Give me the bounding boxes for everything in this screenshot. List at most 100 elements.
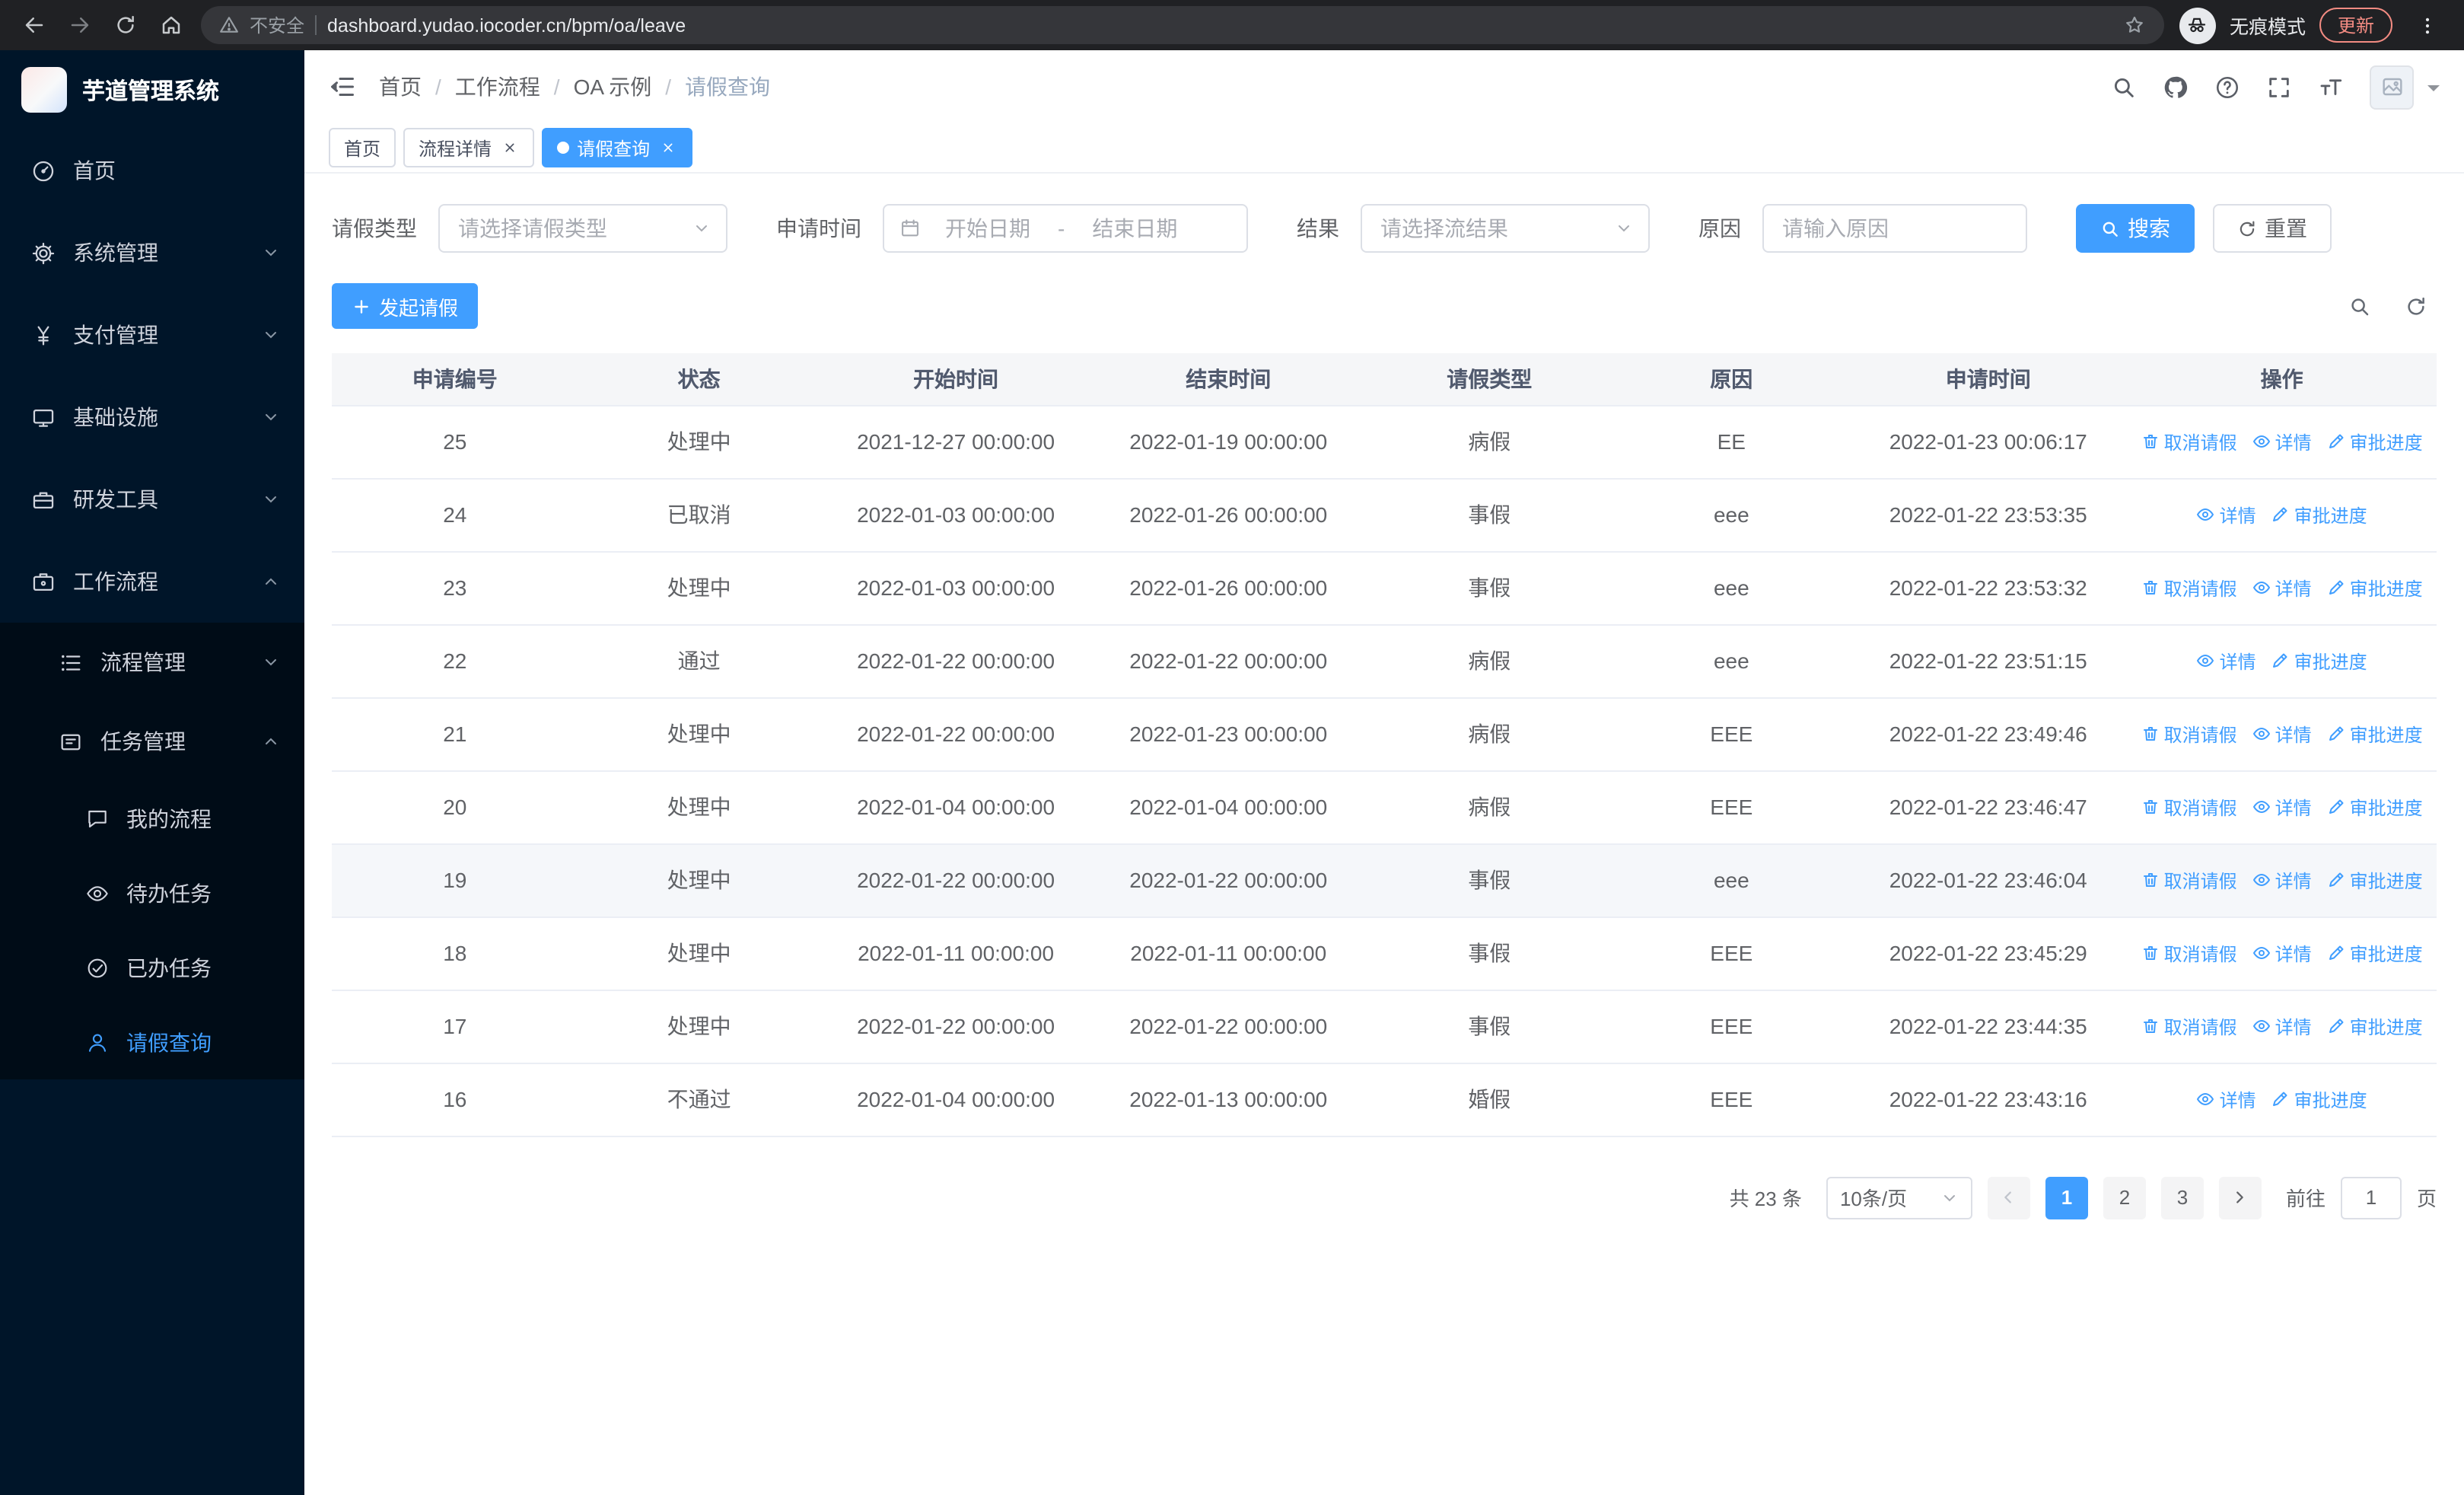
close-icon[interactable]: [657, 138, 677, 158]
search-button-label: 搜索: [2128, 216, 2170, 241]
cancel-leave-link[interactable]: 取消请假: [2141, 721, 2237, 747]
tab-process-detail[interactable]: 流程详情: [403, 128, 535, 167]
browser-menu-icon[interactable]: [2406, 4, 2449, 46]
sidebar-item-todo-tasks[interactable]: 待办任务: [0, 856, 304, 930]
detail-link[interactable]: 详情: [2252, 940, 2312, 966]
cell-status: 通过: [578, 624, 820, 698]
pagination-page-button[interactable]: 3: [2160, 1176, 2204, 1219]
tab-home[interactable]: 首页: [329, 128, 396, 167]
create-leave-button[interactable]: 发起请假: [332, 283, 479, 329]
result-input[interactable]: [1380, 216, 1615, 241]
approval-progress-link[interactable]: 审批进度: [2327, 429, 2423, 454]
yen-icon: [30, 322, 56, 348]
cancel-leave-link[interactable]: 取消请假: [2141, 429, 2237, 454]
sidebar-item-home[interactable]: 首页: [0, 129, 304, 212]
table-row: 17 处理中 2022-01-22 00:00:00 2022-01-22 00:00…: [332, 990, 2437, 1063]
cancel-leave-link[interactable]: 取消请假: [2141, 867, 2237, 893]
goto-page-input[interactable]: [2340, 1176, 2402, 1219]
sidebar-item-devtools[interactable]: 研发工具: [0, 458, 304, 540]
search-icon[interactable]: [2111, 74, 2137, 100]
detail-link[interactable]: 详情: [2252, 721, 2312, 747]
result-select[interactable]: [1361, 204, 1650, 253]
detail-link[interactable]: 详情: [2252, 575, 2312, 601]
breadcrumb-item[interactable]: 首页: [379, 72, 422, 102]
end-date-input[interactable]: [1074, 216, 1196, 241]
cancel-leave-link[interactable]: 取消请假: [2141, 575, 2237, 601]
cell-actions: 取消请假 详情 审批进度: [2127, 916, 2437, 990]
github-icon[interactable]: [2163, 74, 2189, 100]
chevron-down-icon[interactable]: [2427, 84, 2440, 97]
approval-progress-link[interactable]: 审批进度: [2271, 1086, 2367, 1112]
collapse-sidebar-icon[interactable]: [329, 73, 356, 100]
approval-progress-link[interactable]: 审批进度: [2271, 502, 2367, 528]
sidebar-item-task-management[interactable]: 任务管理: [0, 702, 304, 781]
pagination-prev-button[interactable]: [1987, 1176, 2030, 1219]
cell-start: 2022-01-22 00:00:00: [820, 697, 1092, 771]
back-icon[interactable]: [12, 4, 55, 46]
table-search-icon[interactable]: [2348, 295, 2371, 317]
breadcrumb-item[interactable]: 工作流程: [455, 72, 540, 102]
cancel-leave-link[interactable]: 取消请假: [2141, 940, 2237, 966]
reload-icon[interactable]: [103, 4, 146, 46]
approval-progress-link[interactable]: 审批进度: [2327, 575, 2423, 601]
detail-link[interactable]: 详情: [2252, 429, 2312, 454]
font-size-icon[interactable]: [2318, 74, 2344, 100]
page-size-select[interactable]: 10条/页: [1826, 1176, 1972, 1219]
cell-type: 婚假: [1365, 1063, 1614, 1136]
bookmark-star-icon[interactable]: [2123, 14, 2146, 37]
home-icon[interactable]: [149, 4, 192, 46]
user-avatar[interactable]: [2370, 65, 2414, 109]
update-button[interactable]: 更新: [2319, 8, 2392, 43]
cell-reason: eee: [1613, 551, 1850, 625]
sidebar-item-my-process[interactable]: 我的流程: [0, 781, 304, 856]
detail-link[interactable]: 详情: [2197, 502, 2256, 528]
start-date-input[interactable]: [927, 216, 1049, 241]
breadcrumb-item[interactable]: OA 示例: [574, 72, 652, 102]
leave-type-input[interactable]: [458, 216, 692, 241]
leave-type-select[interactable]: [438, 204, 727, 253]
cancel-leave-link[interactable]: 取消请假: [2141, 1013, 2237, 1039]
sidebar-item-process-management[interactable]: 流程管理: [0, 623, 304, 702]
sidebar-item-leave-query[interactable]: 请假查询: [0, 1005, 304, 1079]
breadcrumb-separator: /: [553, 75, 560, 99]
cell-end: 2022-01-26 00:00:00: [1091, 551, 1366, 625]
sidebar-item-label: 工作流程: [73, 569, 158, 594]
sidebar-item-payment[interactable]: 支付管理: [0, 294, 304, 376]
sidebar-item-done-tasks[interactable]: 已办任务: [0, 930, 304, 1005]
detail-link[interactable]: 详情: [2252, 1013, 2312, 1039]
search-button[interactable]: 搜索: [2076, 204, 2195, 253]
sidebar-item-workflow[interactable]: 工作流程: [0, 540, 304, 623]
tab-leave-query[interactable]: 请假查询: [542, 128, 693, 167]
apply-time-range-picker[interactable]: -: [883, 204, 1248, 253]
approval-progress-link[interactable]: 审批进度: [2327, 940, 2423, 966]
approval-progress-link[interactable]: 审批进度: [2327, 1013, 2423, 1039]
approval-progress-link[interactable]: 审批进度: [2327, 867, 2423, 893]
fullscreen-icon[interactable]: [2266, 74, 2292, 100]
approval-progress-link[interactable]: 审批进度: [2327, 794, 2423, 820]
sidebar-item-infrastructure[interactable]: 基础设施: [0, 376, 304, 458]
detail-link[interactable]: 详情: [2252, 794, 2312, 820]
close-icon[interactable]: [499, 138, 519, 158]
detail-link[interactable]: 详情: [2252, 867, 2312, 893]
url-bar[interactable]: 不安全 dashboard.yudao.iocoder.cn/bpm/oa/le…: [201, 6, 2164, 44]
forward-icon[interactable]: [58, 4, 100, 46]
cancel-leave-link[interactable]: 取消请假: [2141, 794, 2237, 820]
approval-progress-link[interactable]: 审批进度: [2327, 721, 2423, 747]
reset-button[interactable]: 重置: [2213, 204, 2332, 253]
cell-start: 2022-01-11 00:00:00: [820, 916, 1092, 990]
date-range-separator: -: [1058, 216, 1065, 241]
pagination-page-button[interactable]: 2: [2103, 1176, 2146, 1219]
reason-input[interactable]: [1782, 216, 2007, 241]
detail-link[interactable]: 详情: [2197, 1086, 2256, 1112]
detail-link[interactable]: 详情: [2197, 648, 2256, 674]
pagination-next-button[interactable]: [2218, 1176, 2262, 1219]
pagination-page-button[interactable]: 1: [2045, 1176, 2088, 1219]
reason-field[interactable]: [1762, 204, 2027, 253]
approval-progress-link[interactable]: 审批进度: [2271, 648, 2367, 674]
table-refresh-icon[interactable]: [2405, 295, 2427, 317]
table-row: 21 处理中 2022-01-22 00:00:00 2022-01-23 00:00…: [332, 697, 2437, 771]
sidebar-item-system[interactable]: 系统管理: [0, 212, 304, 294]
cell-id: 20: [332, 770, 578, 844]
sidebar-item-label: 研发工具: [73, 487, 158, 512]
help-icon[interactable]: [2214, 74, 2240, 100]
